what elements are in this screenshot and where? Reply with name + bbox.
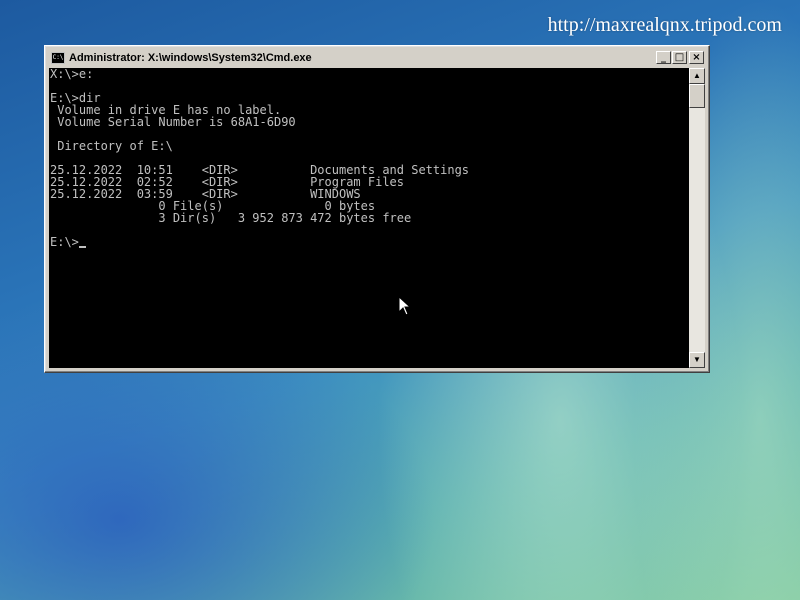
arrow-cursor-icon (398, 295, 412, 316)
console-text: X:\>e: E:\>dir Volume in drive E has no l… (49, 68, 689, 248)
scroll-thumb[interactable] (689, 84, 705, 108)
console-line: X:\>e: (50, 68, 94, 81)
title-bar[interactable]: C:\ Administrator: X:\windows\System32\C… (48, 49, 706, 67)
cmd-window[interactable]: C:\ Administrator: X:\windows\System32\C… (44, 45, 710, 373)
window-controls: _ □ × (655, 51, 704, 64)
console-output[interactable]: X:\>e: E:\>dir Volume in drive E has no l… (49, 68, 689, 368)
scroll-up-button[interactable]: ▲ (689, 68, 705, 84)
console-line: 3 Dir(s) 3 952 873 472 bytes free (50, 211, 412, 225)
minimize-button[interactable]: _ (656, 51, 671, 64)
console-prompt: E:\> (50, 235, 79, 249)
window-title: Administrator: X:\windows\System32\Cmd.e… (69, 52, 312, 64)
cmd-icon[interactable]: C:\ (51, 52, 65, 64)
text-cursor (78, 246, 86, 248)
console-prompt-line[interactable]: E:\> (50, 236, 689, 248)
scroll-down-button[interactable]: ▼ (689, 352, 705, 368)
watermark-url: http://maxrealqnx.tripod.com (547, 14, 782, 36)
vertical-scrollbar[interactable]: ▲ ▼ (689, 68, 705, 368)
maximize-button[interactable]: □ (672, 51, 687, 64)
console-line: Directory of E:\ (50, 139, 173, 153)
console-line: Volume Serial Number is 68A1-6D90 (50, 115, 296, 129)
close-button[interactable]: × (689, 51, 704, 64)
